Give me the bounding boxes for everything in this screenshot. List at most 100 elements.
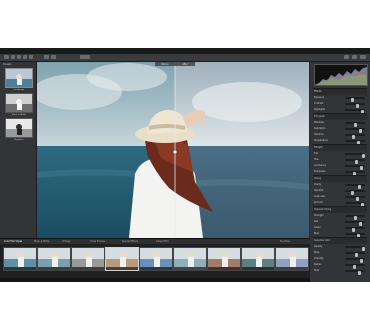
split-handle[interactable]	[172, 149, 178, 155]
compare-icon[interactable]	[29, 55, 33, 59]
tab-special-effects[interactable]: Special Effects	[122, 239, 138, 244]
section-title: Fill light	[314, 146, 323, 149]
slider-knob[interactable]	[358, 271, 361, 275]
tab-favorites[interactable]: Favorites	[280, 239, 290, 244]
slider-label: Shadows	[314, 121, 324, 124]
section-header[interactable]: Channel mixing	[313, 206, 367, 213]
tab-vintage[interactable]: Vintage	[62, 239, 70, 244]
slider-track[interactable]	[345, 246, 365, 251]
preset-thumb[interactable]: Negative	[5, 118, 33, 141]
histogram-graph	[315, 67, 367, 85]
status-bar	[0, 278, 310, 282]
slider-label: Intensity	[314, 257, 324, 260]
slider-label: Amount	[314, 201, 323, 204]
preset-label: Black & White	[11, 114, 27, 116]
slider-track[interactable]	[345, 215, 365, 220]
section-header[interactable]: Film grain	[313, 113, 367, 120]
slider-track[interactable]	[345, 196, 365, 201]
slider-track[interactable]	[345, 159, 365, 164]
section-header[interactable]: Effects	[313, 88, 367, 95]
slider-label: Contrast	[314, 102, 324, 105]
slider-track[interactable]	[345, 103, 365, 108]
slider-label: Hue	[314, 158, 319, 161]
slider-track[interactable]	[345, 270, 365, 275]
filter-thumbnail[interactable]	[241, 247, 275, 271]
slider-label: Vibrance	[314, 133, 324, 136]
slider-label: Red	[314, 220, 319, 223]
slider-track[interactable]	[345, 128, 365, 133]
section-title: Toning	[314, 177, 322, 180]
adjustment-slider-row: Fade	[313, 268, 367, 275]
slider-label: Style	[314, 251, 320, 254]
slider-label: Luminance	[314, 164, 326, 167]
tab-black-white[interactable]: Black & White	[34, 239, 49, 244]
slider-label: Vignette	[314, 189, 324, 192]
section-title: Selective Color	[314, 239, 331, 242]
filter-thumbnail[interactable]	[37, 247, 71, 271]
section-title: Channel mixing	[314, 208, 332, 211]
slider-label: Sharpness	[314, 170, 326, 173]
slider-track[interactable]	[345, 140, 365, 145]
tab-instant-film[interactable]: Instant Film	[156, 239, 169, 244]
section-header[interactable]: Fill light	[313, 144, 367, 151]
section-title: Film grain	[314, 115, 325, 118]
slider-track[interactable]	[345, 153, 365, 158]
filter-thumbnail[interactable]	[105, 247, 139, 271]
slider-label: Highlights	[314, 108, 326, 111]
rotate-icon[interactable]	[23, 55, 27, 59]
slider-track[interactable]	[345, 202, 365, 207]
filter-thumbnail[interactable]	[3, 247, 37, 271]
share-icon[interactable]	[344, 55, 349, 59]
slider-label: Clarity	[314, 183, 322, 186]
filter-thumbnail[interactable]	[173, 247, 207, 271]
thumbnail-label	[72, 267, 104, 270]
image-viewer[interactable]: Before After	[37, 62, 309, 238]
slider-track[interactable]	[345, 171, 365, 176]
tab-cross-process[interactable]: Cross Process	[90, 239, 105, 244]
slider-track[interactable]	[345, 233, 365, 238]
thumbnail-label	[174, 267, 206, 270]
slider-track[interactable]	[345, 252, 365, 257]
tab-color-film[interactable]: Color Film Styles	[4, 239, 22, 244]
zoom-level-dropdown[interactable]	[80, 55, 90, 59]
slider-track[interactable]	[345, 97, 365, 102]
filter-thumbnail[interactable]	[207, 247, 241, 271]
slider-track[interactable]	[345, 258, 365, 263]
slider-label: Fade	[314, 269, 320, 272]
filter-thumbnail[interactable]	[71, 247, 105, 271]
slider-label: Strength	[314, 214, 324, 217]
thumbnail-label	[4, 267, 36, 270]
slider-track[interactable]	[345, 190, 365, 195]
settings-icon[interactable]	[360, 55, 366, 59]
photo-canvas[interactable]: Before After	[37, 62, 309, 238]
slider-track[interactable]	[345, 184, 365, 189]
slider-track[interactable]	[345, 109, 365, 114]
redo-icon[interactable]	[51, 55, 56, 59]
preset-image	[6, 119, 32, 137]
filter-thumbnail[interactable]	[275, 247, 309, 271]
slider-track[interactable]	[345, 122, 365, 127]
presets-title: Presets	[3, 63, 12, 66]
slider-track[interactable]	[345, 165, 365, 170]
section-header[interactable]: Toning	[313, 175, 367, 182]
undo-icon[interactable]	[44, 55, 49, 59]
slider-label: Grain size	[314, 195, 325, 198]
slider-label: Opacity	[314, 245, 323, 248]
slider-label: Tint	[314, 152, 319, 155]
slider-track[interactable]	[345, 227, 365, 232]
thumbnail-label	[208, 267, 240, 270]
section-title: Effects	[314, 90, 322, 93]
filmstrip: Color Film Styles Black & White Vintage …	[0, 238, 310, 282]
slider-track[interactable]	[345, 264, 365, 269]
preset-thumb[interactable]: Black & White	[5, 93, 33, 116]
crop-icon[interactable]	[17, 55, 21, 59]
slider-track[interactable]	[345, 221, 365, 226]
preset-thumb[interactable]: Landscape	[5, 68, 33, 91]
preset-image	[6, 94, 32, 112]
slider-track[interactable]	[345, 134, 365, 139]
section-header[interactable]: Selective Color	[313, 237, 367, 244]
filter-thumbnail[interactable]	[139, 247, 173, 271]
zoom-icon[interactable]	[4, 55, 9, 59]
hand-icon[interactable]	[11, 55, 15, 59]
export-icon[interactable]	[352, 55, 357, 59]
